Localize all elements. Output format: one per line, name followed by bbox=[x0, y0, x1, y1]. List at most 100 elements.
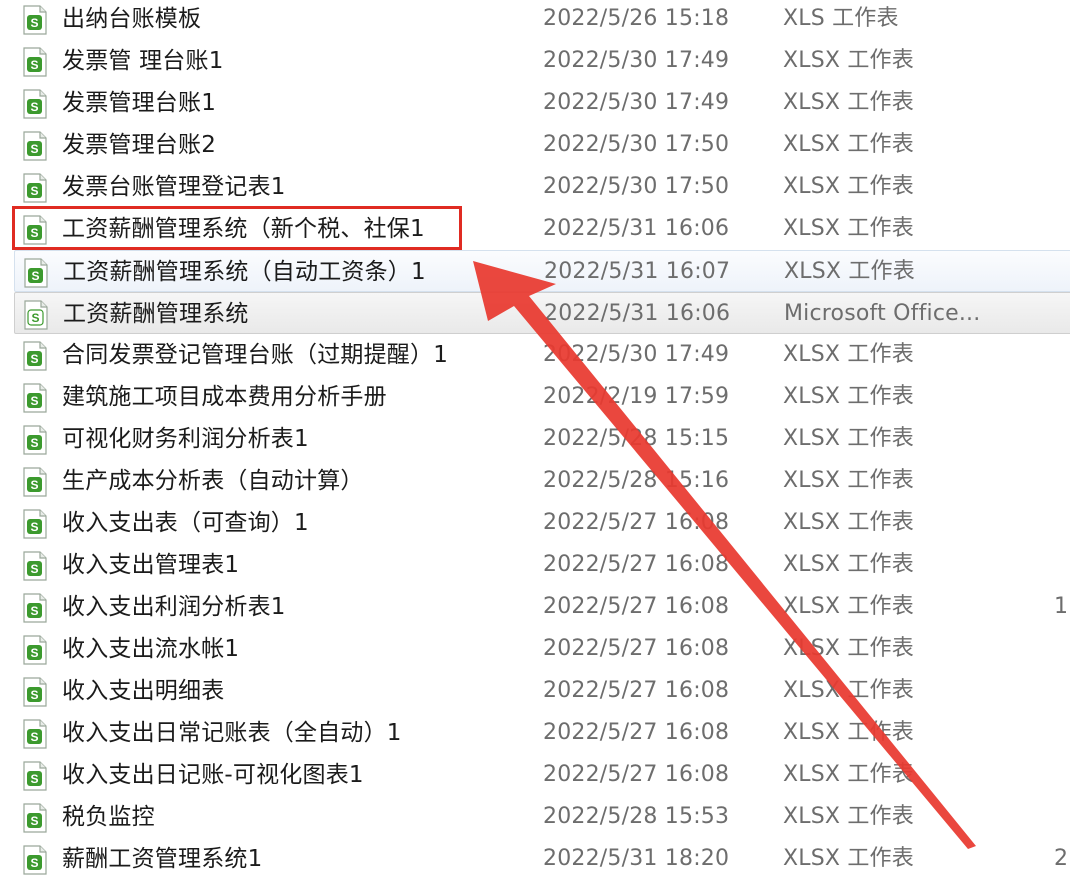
file-row[interactable]: S 收入支出流水帐1 2022/5/27 16:08 XLSX 工作表 bbox=[0, 628, 1070, 670]
file-row[interactable]: S 发票管 理台账1 2022/5/30 17:49 XLSX 工作表 bbox=[0, 40, 1070, 82]
file-size: 1, bbox=[1054, 594, 1070, 619]
spreadsheet-file-icon: S bbox=[24, 300, 48, 330]
file-row[interactable]: S 生产成本分析表（自动计算） 2022/5/28 15:16 XLSX 工作表 bbox=[0, 460, 1070, 502]
file-date-modified: 2022/5/27 16:08 bbox=[543, 594, 730, 619]
file-row[interactable]: S 税负监控 2022/5/28 15:53 XLSX 工作表 bbox=[0, 796, 1070, 838]
file-type: XLSX 工作表 bbox=[783, 552, 914, 577]
file-row[interactable]: S 建筑施工项目成本费用分析手册 2022/2/19 17:59 XLSX 工作… bbox=[0, 376, 1070, 418]
file-date-modified: 2022/5/27 16:08 bbox=[543, 636, 730, 661]
icon-letter: S bbox=[31, 311, 39, 325]
file-row[interactable]: S 收入支出明细表 2022/5/27 16:08 XLSX 工作表 bbox=[0, 670, 1070, 712]
file-row[interactable]: S 收入支出管理表1 2022/5/27 16:08 XLSX 工作表 bbox=[0, 544, 1070, 586]
spreadsheet-file-icon: S bbox=[23, 719, 47, 749]
spreadsheet-file-icon: S bbox=[23, 341, 47, 371]
file-name: 税负监控 bbox=[62, 804, 155, 830]
file-type: XLSX 工作表 bbox=[783, 132, 914, 157]
file-date-modified: 2022/5/27 16:08 bbox=[543, 720, 730, 745]
file-date-modified: 2022/5/28 15:15 bbox=[543, 426, 730, 451]
file-type: XLSX 工作表 bbox=[783, 90, 914, 115]
file-row-hovered[interactable]: S 工资薪酬管理系统（自动工资条）1 2022/5/31 16:07 XLSX … bbox=[14, 250, 1070, 292]
file-name: 发票管理台账2 bbox=[62, 132, 217, 158]
file-row[interactable]: S 薪酬工资管理系统1 2022/5/31 18:20 XLSX 工作表 2, bbox=[0, 838, 1070, 880]
spreadsheet-file-icon: S bbox=[23, 635, 47, 665]
icon-letter: S bbox=[30, 16, 38, 30]
icon-letter: S bbox=[30, 226, 38, 240]
file-name: 收入支出表（可查询）1 bbox=[62, 510, 309, 536]
icon-letter: S bbox=[31, 269, 39, 283]
file-type: XLSX 工作表 bbox=[783, 216, 914, 241]
file-size: 2, bbox=[1054, 846, 1070, 871]
file-type: XLSX 工作表 bbox=[783, 846, 914, 871]
file-date-modified: 2022/5/30 17:50 bbox=[543, 174, 730, 199]
spreadsheet-file-icon: S bbox=[24, 258, 48, 288]
icon-letter: S bbox=[30, 688, 38, 702]
file-name: 收入支出管理表1 bbox=[62, 552, 240, 578]
file-type: XLSX 工作表 bbox=[783, 762, 914, 787]
spreadsheet-file-icon: S bbox=[23, 47, 47, 77]
spreadsheet-file-icon: S bbox=[23, 761, 47, 791]
file-type: XLSX 工作表 bbox=[783, 510, 914, 535]
spreadsheet-file-icon: S bbox=[23, 803, 47, 833]
icon-letter: S bbox=[30, 604, 38, 618]
file-explorer-view: S 出纳台账模板 2022/5/26 15:18 XLS 工作表 S 发票管 理… bbox=[0, 0, 1070, 886]
spreadsheet-file-icon: S bbox=[23, 509, 47, 539]
file-name: 工资薪酬管理系统（新个税、社保1 bbox=[62, 216, 425, 242]
icon-letter: S bbox=[30, 142, 38, 156]
file-row[interactable]: S 收入支出日记账-可视化图表1 2022/5/27 16:08 XLSX 工作… bbox=[0, 754, 1070, 796]
file-row[interactable]: S 可视化财务利润分析表1 2022/5/28 15:15 XLSX 工作表 bbox=[0, 418, 1070, 460]
file-name: 建筑施工项目成本费用分析手册 bbox=[62, 384, 387, 410]
file-row[interactable]: S 发票管理台账1 2022/5/30 17:49 XLSX 工作表 bbox=[0, 82, 1070, 124]
file-date-modified: 2022/5/28 15:53 bbox=[543, 804, 730, 829]
file-name: 收入支出流水帐1 bbox=[62, 636, 240, 662]
spreadsheet-file-icon: S bbox=[23, 425, 47, 455]
file-name: 生产成本分析表（自动计算） bbox=[62, 468, 364, 494]
file-type: XLSX 工作表 bbox=[783, 720, 914, 745]
spreadsheet-file-icon: S bbox=[23, 5, 47, 35]
file-row[interactable]: S 出纳台账模板 2022/5/26 15:18 XLS 工作表 bbox=[0, 0, 1070, 40]
spreadsheet-file-icon: S bbox=[23, 131, 47, 161]
icon-letter: S bbox=[30, 814, 38, 828]
file-row[interactable]: S 收入支出表（可查询）1 2022/5/27 16:08 XLSX 工作表 bbox=[0, 502, 1070, 544]
spreadsheet-file-icon: S bbox=[23, 467, 47, 497]
file-type: XLSX 工作表 bbox=[783, 594, 914, 619]
file-name: 收入支出日记账-可视化图表1 bbox=[62, 762, 364, 788]
icon-letter: S bbox=[30, 772, 38, 786]
file-row-selected[interactable]: S 工资薪酬管理系统 2022/5/31 16:06 Microsoft Off… bbox=[14, 292, 1070, 334]
file-row[interactable]: S 收入支出利润分析表1 2022/5/27 16:08 XLSX 工作表 1, bbox=[0, 586, 1070, 628]
file-date-modified: 2022/5/27 16:08 bbox=[543, 762, 730, 787]
file-type: XLSX 工作表 bbox=[784, 259, 915, 284]
file-date-modified: 2022/5/30 17:49 bbox=[543, 90, 730, 115]
file-row[interactable]: S 工资薪酬管理系统（新个税、社保1 2022/5/31 16:06 XLSX … bbox=[0, 208, 1070, 250]
file-type: XLSX 工作表 bbox=[783, 426, 914, 451]
icon-letter: S bbox=[30, 184, 38, 198]
file-type: Microsoft Office... bbox=[784, 301, 981, 326]
icon-letter: S bbox=[30, 352, 38, 366]
file-name: 合同发票登记管理台账（过期提醒）1 bbox=[62, 342, 449, 368]
file-date-modified: 2022/5/31 16:06 bbox=[543, 216, 730, 241]
file-row[interactable]: S 发票管理台账2 2022/5/30 17:50 XLSX 工作表 bbox=[0, 124, 1070, 166]
icon-letter: S bbox=[30, 436, 38, 450]
file-type: XLSX 工作表 bbox=[783, 342, 914, 367]
file-date-modified: 2022/5/31 16:07 bbox=[544, 259, 731, 284]
file-type: XLS 工作表 bbox=[783, 6, 899, 31]
file-list: S 出纳台账模板 2022/5/26 15:18 XLS 工作表 S 发票管 理… bbox=[0, 0, 1070, 886]
file-date-modified: 2022/5/28 15:16 bbox=[543, 468, 730, 493]
file-type: XLSX 工作表 bbox=[783, 804, 914, 829]
spreadsheet-file-icon: S bbox=[23, 173, 47, 203]
file-row[interactable]: S 发票台账管理登记表1 2022/5/30 17:50 XLSX 工作表 bbox=[0, 166, 1070, 208]
file-type: XLSX 工作表 bbox=[783, 678, 914, 703]
spreadsheet-file-icon: S bbox=[23, 593, 47, 623]
spreadsheet-file-icon: S bbox=[23, 845, 47, 875]
file-name: 发票管 理台账1 bbox=[62, 48, 224, 74]
spreadsheet-file-icon: S bbox=[23, 551, 47, 581]
file-row[interactable]: S 合同发票登记管理台账（过期提醒）1 2022/5/30 17:49 XLSX… bbox=[0, 334, 1070, 376]
file-date-modified: 2022/5/30 17:50 bbox=[543, 132, 730, 157]
file-name: 可视化财务利润分析表1 bbox=[62, 426, 309, 452]
icon-letter: S bbox=[30, 478, 38, 492]
file-date-modified: 2022/5/31 18:20 bbox=[543, 846, 730, 871]
file-row[interactable]: S 收入支出日常记账表（全自动）1 2022/5/27 16:08 XLSX 工… bbox=[0, 712, 1070, 754]
icon-letter: S bbox=[30, 856, 38, 870]
icon-letter: S bbox=[30, 646, 38, 660]
file-type: XLSX 工作表 bbox=[783, 636, 914, 661]
file-type: XLSX 工作表 bbox=[783, 174, 914, 199]
